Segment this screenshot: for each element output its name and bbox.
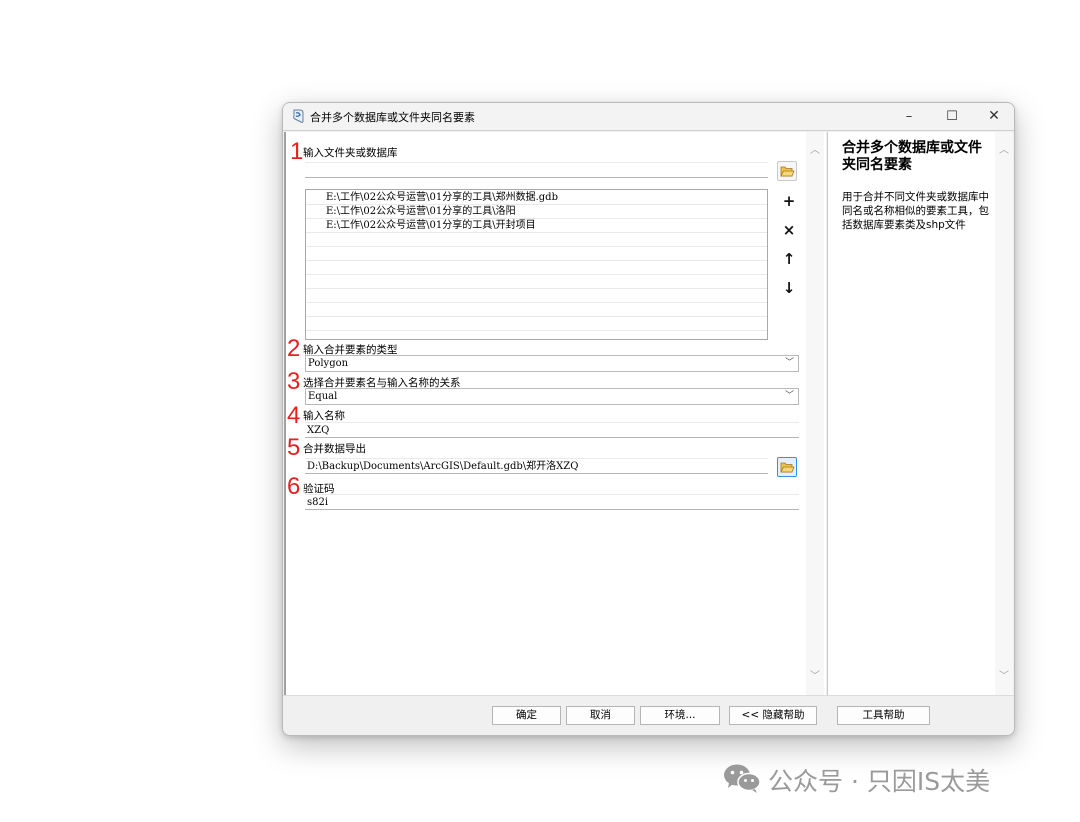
marker-3: 3 bbox=[287, 368, 301, 395]
window-title: 合并多个数据库或文件夹同名要素 bbox=[310, 111, 475, 124]
name-relation-value: Equal bbox=[308, 391, 338, 402]
maximize-button[interactable]: ☐ bbox=[931, 103, 973, 130]
parameters-scrollbar[interactable]: ︿ ﹀ bbox=[806, 132, 824, 695]
marker-5: 5 bbox=[287, 434, 301, 461]
move-up-button[interactable]: ↑ bbox=[779, 249, 799, 269]
name-relation-select[interactable]: Equal ﹀ bbox=[305, 388, 799, 405]
marker-4: 4 bbox=[287, 402, 301, 429]
captcha-field[interactable]: s82i bbox=[305, 494, 799, 510]
list-row-empty bbox=[306, 275, 767, 289]
chevron-down-icon: ﹀ bbox=[784, 358, 794, 368]
help-title: 合并多个数据库或文件夹同名要素 bbox=[842, 140, 982, 173]
footer-bar: 确定 取消 环境... << 隐藏帮助 工具帮助 bbox=[283, 695, 1014, 735]
input-list[interactable]: E:\工作\02公众号运营\01分享的工具\郑州数据.gdb E:\工作\02公… bbox=[305, 189, 768, 340]
input-name-label: 输入名称 bbox=[303, 410, 345, 422]
input-folder-label: 输入文件夹或数据库 bbox=[303, 147, 398, 159]
scroll-down-icon[interactable]: ﹀ bbox=[806, 668, 824, 686]
list-row-empty bbox=[306, 289, 767, 303]
environments-button[interactable]: 环境... bbox=[640, 706, 720, 725]
feature-type-value: Polygon bbox=[308, 358, 349, 369]
browse-output-button[interactable] bbox=[777, 457, 797, 477]
marker-1: 1 bbox=[290, 138, 304, 165]
input-name-field[interactable]: XZQ bbox=[305, 422, 799, 438]
tool-dialog-window: 合并多个数据库或文件夹同名要素 – ☐ ✕ 1 输入文件夹或数据库 E:\工作\… bbox=[282, 102, 1015, 736]
list-row-empty bbox=[306, 303, 767, 317]
help-scrollbar[interactable]: ︿ ﹀ bbox=[995, 132, 1013, 695]
ok-button[interactable]: 确定 bbox=[492, 706, 561, 725]
marker-6: 6 bbox=[287, 473, 301, 500]
title-bar: 合并多个数据库或文件夹同名要素 – ☐ ✕ bbox=[283, 103, 1014, 131]
list-item[interactable]: E:\工作\02公众号运营\01分享的工具\郑州数据.gdb bbox=[306, 191, 767, 205]
output-label: 合并数据导出 bbox=[303, 443, 366, 455]
scroll-down-icon[interactable]: ﹀ bbox=[995, 668, 1013, 686]
browse-input-button[interactable] bbox=[777, 161, 797, 181]
help-pane: 合并多个数据库或文件夹同名要素 用于合并不同文件夹或数据库中同名或名称相似的要素… bbox=[827, 132, 1013, 695]
output-field[interactable]: D:\Backup\Documents\ArcGIS\Default.gdb\郑… bbox=[305, 458, 768, 474]
scroll-up-icon[interactable]: ︿ bbox=[995, 142, 1013, 160]
add-item-button[interactable]: + bbox=[779, 191, 799, 211]
close-button[interactable]: ✕ bbox=[973, 103, 1014, 130]
scroll-up-icon[interactable]: ︿ bbox=[806, 142, 824, 160]
minimize-button[interactable]: – bbox=[888, 103, 930, 130]
parameters-pane: 1 输入文件夹或数据库 E:\工作\02公众号运营\01分享的工具\郑州数据.g… bbox=[284, 132, 826, 695]
remove-item-button[interactable]: × bbox=[779, 220, 799, 240]
list-row-empty bbox=[306, 247, 767, 261]
arcgis-tool-icon bbox=[293, 109, 304, 123]
wechat-icon bbox=[724, 764, 761, 793]
list-row-empty bbox=[306, 261, 767, 275]
move-down-button[interactable]: ↓ bbox=[779, 278, 799, 298]
tool-help-button[interactable]: 工具帮助 bbox=[837, 706, 930, 725]
input-folder-field[interactable] bbox=[305, 162, 768, 178]
list-item[interactable]: E:\工作\02公众号运营\01分享的工具\洛阳 bbox=[306, 205, 767, 219]
cancel-button[interactable]: 取消 bbox=[566, 706, 635, 725]
folder-open-icon bbox=[780, 166, 795, 177]
folder-open-icon bbox=[780, 462, 795, 473]
hide-help-button[interactable]: << 隐藏帮助 bbox=[729, 706, 817, 725]
feature-type-select[interactable]: Polygon ﹀ bbox=[305, 355, 799, 372]
chevron-down-icon: ﹀ bbox=[784, 391, 794, 401]
list-item[interactable]: E:\工作\02公众号运营\01分享的工具\开封项目 bbox=[306, 219, 767, 233]
marker-2: 2 bbox=[287, 335, 301, 362]
watermark-text: 公众号 · 只因IS太美 bbox=[768, 767, 991, 796]
help-body: 用于合并不同文件夹或数据库中同名或名称相似的要素工具，包括数据库要素类及shp文… bbox=[842, 191, 989, 231]
list-row-empty bbox=[306, 233, 767, 247]
list-row-empty bbox=[306, 317, 767, 331]
